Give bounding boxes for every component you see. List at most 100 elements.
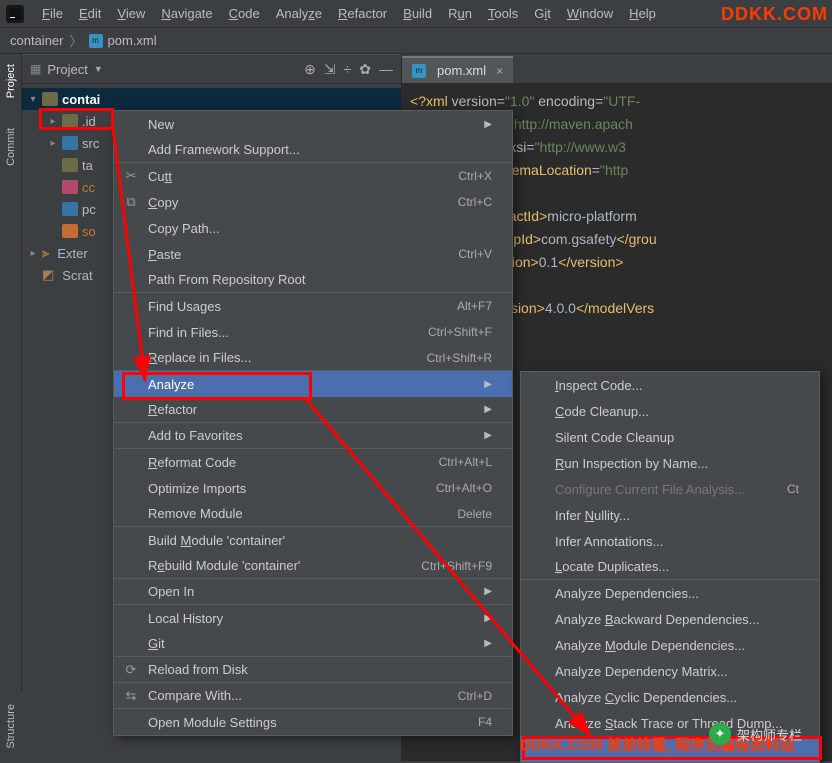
- settings-icon[interactable]: ✿: [359, 61, 371, 78]
- menu-help[interactable]: Help: [621, 4, 664, 23]
- editor-tab-pomxml[interactable]: m pom.xml ×: [402, 56, 513, 83]
- menu-item-label: Run Inspection by Name...: [555, 456, 708, 471]
- menu-item-label: Open Module Settings: [148, 715, 277, 730]
- close-icon[interactable]: ×: [496, 64, 503, 78]
- menu-item[interactable]: Analyze▶: [114, 371, 512, 397]
- menu-item[interactable]: Build Module 'container': [114, 527, 512, 553]
- menu-item-shortcut: Ctrl+Alt+O: [436, 481, 492, 495]
- menu-item[interactable]: Silent Code Cleanup: [521, 424, 819, 450]
- menu-item[interactable]: Open In▶: [114, 579, 512, 605]
- menu-item[interactable]: ✂CuttCtrl+X: [114, 163, 512, 189]
- module-icon: [42, 92, 58, 106]
- menu-item[interactable]: Locate Duplicates...: [521, 554, 819, 580]
- menu-item-shortcut: F4: [478, 715, 492, 729]
- menu-item-label: Replace in Files...: [148, 350, 251, 365]
- crumb-container[interactable]: container: [10, 33, 63, 48]
- menu-item[interactable]: Reformat Code Ctrl+Alt+L: [114, 449, 512, 475]
- menu-item-label: Analyze Dependencies...: [555, 586, 699, 601]
- menu-item[interactable]: Code Cleanup...: [521, 398, 819, 424]
- maven-file-icon: m: [412, 64, 426, 78]
- menu-edit[interactable]: Edit: [71, 4, 109, 23]
- menu-tools[interactable]: Tools: [480, 4, 526, 23]
- menu-item[interactable]: New ▶: [114, 111, 512, 137]
- menu-item-label: Analyze Dependency Matrix...: [555, 664, 728, 679]
- scratch-icon: ◩: [42, 267, 54, 283]
- menu-item[interactable]: Inspect Code...: [521, 372, 819, 398]
- menu-item[interactable]: Analyze Module Dependencies...: [521, 632, 819, 658]
- editor-tabbar: m pom.xml ×: [402, 54, 832, 84]
- menu-item[interactable]: Optimize ImportsCtrl+Alt+O: [114, 475, 512, 501]
- menu-view[interactable]: View: [109, 4, 153, 23]
- menu-item[interactable]: Analyze Backward Dependencies...: [521, 606, 819, 632]
- menu-item[interactable]: ⇆Compare With...Ctrl+D: [114, 683, 512, 709]
- toolwindow-project-tab[interactable]: Project: [5, 64, 17, 98]
- menu-item-label: New: [148, 117, 174, 132]
- tree-root[interactable]: ▾ contai: [22, 88, 401, 110]
- menu-build[interactable]: Build: [395, 4, 440, 23]
- menu-git[interactable]: Git: [526, 4, 559, 23]
- menu-item[interactable]: Path From Repository Root: [114, 267, 512, 293]
- crumb-pomxml[interactable]: pom.xml: [108, 33, 157, 48]
- menu-item[interactable]: Local History▶: [114, 605, 512, 631]
- locate-icon[interactable]: ⊕: [304, 61, 316, 78]
- menu-file[interactable]: File: [34, 4, 71, 23]
- project-panel-header: ▦ Project ▼ ⊕ ⇲ ÷ ✿ —: [22, 54, 401, 84]
- toolwindow-structure-tab[interactable]: Structure: [5, 704, 17, 749]
- chevron-down-icon[interactable]: ▾: [28, 94, 38, 105]
- menu-item[interactable]: Add to Favorites▶: [114, 423, 512, 449]
- menu-item[interactable]: Replace in Files...Ctrl+Shift+R: [114, 345, 512, 371]
- menu-refactor[interactable]: Refactor: [330, 4, 395, 23]
- menu-item[interactable]: Find UsagesAlt+F7: [114, 293, 512, 319]
- toolwindow-commit-tab[interactable]: Commit: [5, 128, 17, 166]
- menu-item[interactable]: Find in Files...Ctrl+Shift+F: [114, 319, 512, 345]
- watermark-top: DDKK.COM: [721, 4, 828, 25]
- submenu-arrow-icon: ▶: [484, 586, 492, 597]
- menu-item[interactable]: ⧉CopyCtrl+C: [114, 189, 512, 215]
- hide-icon[interactable]: —: [379, 61, 393, 78]
- menu-item-label: Reformat Code: [148, 455, 236, 470]
- expand-icon[interactable]: ⇲: [324, 61, 336, 78]
- menu-code[interactable]: Code: [221, 4, 268, 23]
- menu-run[interactable]: Run: [440, 4, 480, 23]
- menu-item[interactable]: Copy Path...: [114, 215, 512, 241]
- menu-item[interactable]: Remove ModuleDelete: [114, 501, 512, 527]
- menu-item-label: Local History: [148, 611, 223, 626]
- toolwindow-structure: Structure: [0, 691, 22, 761]
- menu-item[interactable]: Add Framework Support...: [114, 137, 512, 163]
- menu-item[interactable]: Analyze Dependency Matrix...: [521, 658, 819, 684]
- file-icon: [62, 224, 78, 238]
- menu-item[interactable]: Analyze Cyclic Dependencies...: [521, 684, 819, 710]
- menu-navigate[interactable]: Navigate: [153, 4, 220, 23]
- project-panel-title[interactable]: Project: [47, 62, 87, 77]
- context-menu: New▶Add Framework Support...✂CuttCtrl+X⧉…: [113, 110, 513, 736]
- menu-item-label: Add to Favorites: [148, 428, 243, 443]
- menu-item[interactable]: Git▶: [114, 631, 512, 657]
- menu-analyze[interactable]: Analyze: [268, 4, 330, 23]
- menu-item-label: Analyze Backward Dependencies...: [555, 612, 760, 627]
- menu-item[interactable]: Infer Nullity...: [521, 502, 819, 528]
- menu-item[interactable]: ⟳Reload from Disk: [114, 657, 512, 683]
- menu-item-icon: ⧉: [122, 194, 140, 210]
- menu-item[interactable]: Open Module Settings F4: [114, 709, 512, 735]
- menu-item[interactable]: PasteCtrl+V: [114, 241, 512, 267]
- left-toolwindow-bar: Project Commit: [0, 54, 22, 761]
- menu-item[interactable]: Infer Annotations...: [521, 528, 819, 554]
- menu-item[interactable]: Run Inspection by Name...: [521, 450, 819, 476]
- collapse-icon[interactable]: ÷: [344, 61, 352, 78]
- menu-item-shortcut: Ct: [787, 482, 799, 496]
- menu-item-shortcut: Ctrl+Shift+F: [428, 325, 492, 339]
- menu-item[interactable]: Analyze Dependencies...: [521, 580, 819, 606]
- menu-item-shortcut: Ctrl+C: [458, 195, 492, 209]
- menu-item-label: Locate Duplicates...: [555, 559, 669, 574]
- dropdown-icon[interactable]: ▼: [94, 64, 103, 74]
- menu-item[interactable]: Rebuild Module 'container'Ctrl+Shift+F9: [114, 553, 512, 579]
- menu-item: Configure Current File Analysis...Ct: [521, 476, 819, 502]
- menu-window[interactable]: Window: [559, 4, 621, 23]
- menu-item[interactable]: Refactor▶: [114, 397, 512, 423]
- chevron-right-icon: 〉: [69, 31, 82, 50]
- menu-item-label: Add Framework Support...: [148, 142, 300, 157]
- submenu-arrow-icon: ▶: [484, 119, 492, 130]
- menu-item-label: Analyze Cyclic Dependencies...: [555, 690, 737, 705]
- menu-item-shortcut: Ctrl+Alt+L: [439, 455, 492, 469]
- maven-file-icon: [62, 202, 78, 216]
